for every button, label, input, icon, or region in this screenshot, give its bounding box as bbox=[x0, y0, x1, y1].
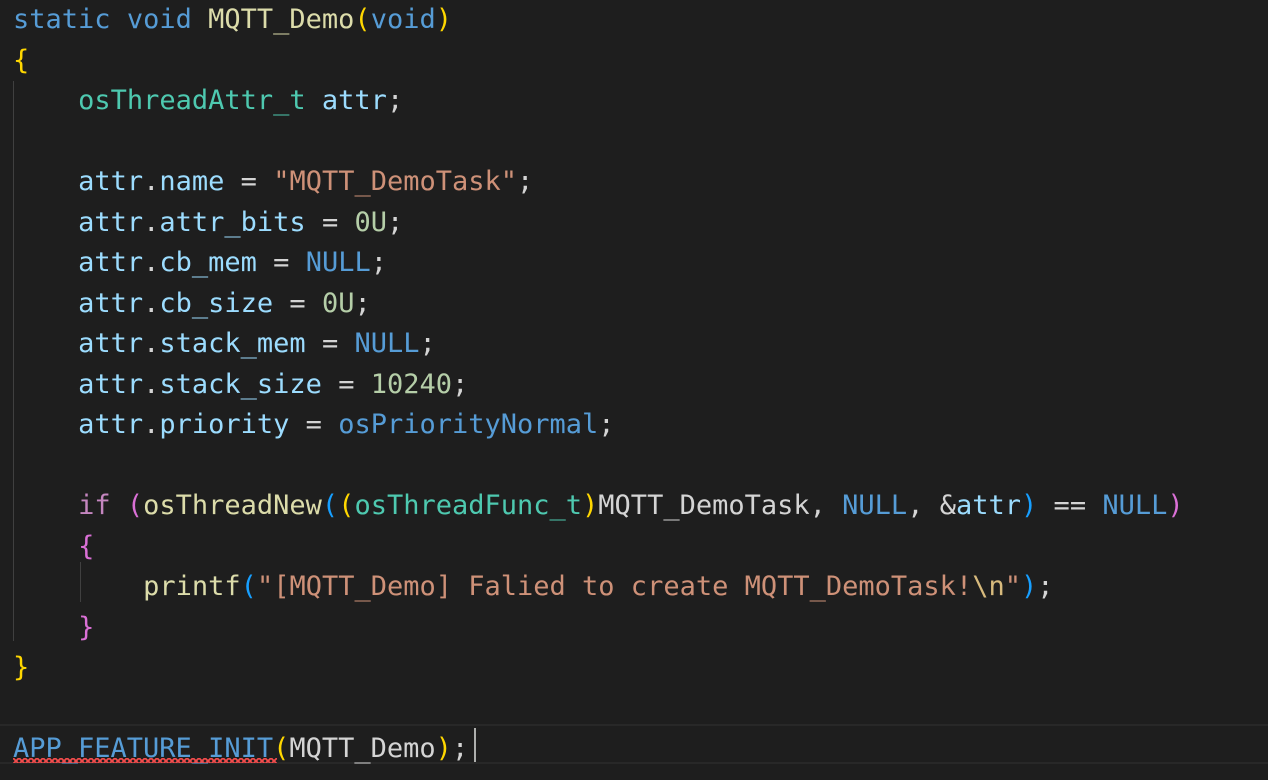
code-line[interactable] bbox=[13, 446, 1184, 487]
code-line[interactable]: attr.stack_size = 10240; bbox=[13, 365, 1184, 406]
code-line[interactable]: static void MQTT_Demo(void) bbox=[13, 0, 1184, 41]
code-line[interactable]: attr.priority = osPriorityNormal; bbox=[13, 405, 1184, 446]
code-line[interactable]: { bbox=[13, 527, 1184, 568]
code-line[interactable] bbox=[13, 122, 1184, 163]
code-line[interactable]: attr.stack_mem = NULL; bbox=[13, 324, 1184, 365]
code-area[interactable]: static void MQTT_Demo(void){ osThreadAtt… bbox=[13, 0, 1184, 770]
code-line[interactable]: attr.attr_bits = 0U; bbox=[13, 203, 1184, 244]
code-line[interactable]: if (osThreadNew((osThreadFunc_t)MQTT_Dem… bbox=[13, 486, 1184, 527]
code-line[interactable]: attr.cb_size = 0U; bbox=[13, 284, 1184, 325]
code-line[interactable] bbox=[13, 689, 1184, 730]
code-line[interactable]: } bbox=[13, 648, 1184, 689]
code-line[interactable]: { bbox=[13, 41, 1184, 82]
text-cursor bbox=[474, 728, 476, 762]
code-line[interactable]: osThreadAttr_t attr; bbox=[13, 81, 1184, 122]
error-squiggle bbox=[13, 758, 277, 763]
code-line[interactable]: attr.name = "MQTT_DemoTask"; bbox=[13, 162, 1184, 203]
code-line[interactable]: } bbox=[13, 608, 1184, 649]
code-line[interactable]: APP_FEATURE_INIT(MQTT_Demo); bbox=[13, 729, 1184, 770]
code-line[interactable]: printf("[MQTT_Demo] Falied to create MQT… bbox=[13, 567, 1184, 608]
code-editor[interactable]: static void MQTT_Demo(void){ osThreadAtt… bbox=[0, 0, 1268, 780]
code-line[interactable]: attr.cb_mem = NULL; bbox=[13, 243, 1184, 284]
